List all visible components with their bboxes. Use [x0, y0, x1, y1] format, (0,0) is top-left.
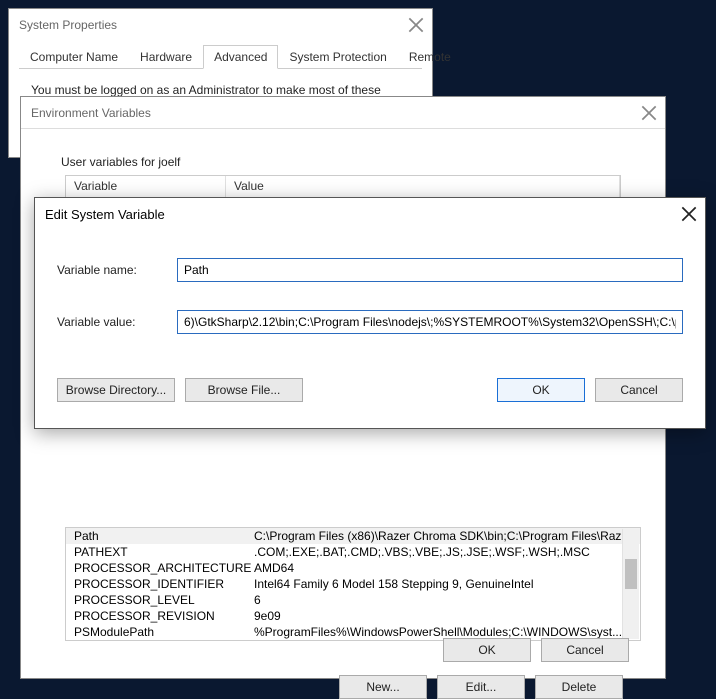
variable-value-label: Variable value: [57, 315, 177, 329]
new-button[interactable]: New... [339, 675, 427, 699]
table-row: PATHEXT.COM;.EXE;.BAT;.CMD;.VBS;.VBE;.JS… [66, 544, 640, 560]
envvars-titlebar: Environment Variables [21, 97, 665, 129]
close-icon[interactable] [408, 17, 424, 33]
variable-name-input[interactable] [177, 258, 683, 282]
col-variable[interactable]: Variable [66, 176, 226, 198]
tab-system-protection[interactable]: System Protection [278, 45, 397, 69]
system-vars-btnrow: New... Edit... Delete [339, 675, 623, 699]
col-value[interactable]: Value [226, 176, 620, 198]
editvar-titlebar: Edit System Variable [35, 198, 705, 230]
edit-button[interactable]: Edit... [437, 675, 525, 699]
user-vars-header: Variable Value [65, 175, 621, 199]
sysprops-title: System Properties [19, 18, 117, 32]
ok-button[interactable]: OK [497, 378, 585, 402]
cancel-button[interactable]: Cancel [541, 638, 629, 662]
browse-file-button[interactable]: Browse File... [185, 378, 303, 402]
ok-button[interactable]: OK [443, 638, 531, 662]
browse-directory-button[interactable]: Browse Directory... [57, 378, 175, 402]
table-row: PROCESSOR_ARCHITECTUREAMD64 [66, 560, 640, 576]
table-row: PROCESSOR_LEVEL6 [66, 592, 640, 608]
delete-button[interactable]: Delete [535, 675, 623, 699]
edit-system-variable-dialog: Edit System Variable Variable name: Vari… [34, 197, 706, 429]
variable-name-label: Variable name: [57, 263, 177, 277]
system-variables-list[interactable]: PathC:\Program Files (x86)\Razer Chroma … [65, 527, 641, 641]
sysprops-tabs: Computer Name Hardware Advanced System P… [9, 41, 432, 69]
tab-advanced[interactable]: Advanced [203, 45, 278, 69]
scrollbar[interactable] [622, 529, 639, 639]
editvar-title: Edit System Variable [45, 207, 165, 222]
close-icon[interactable] [681, 206, 697, 222]
tab-hardware[interactable]: Hardware [129, 45, 203, 69]
sysprops-titlebar: System Properties [9, 9, 432, 41]
table-row: PROCESSOR_REVISION9e09 [66, 608, 640, 624]
close-icon[interactable] [641, 105, 657, 121]
envvars-title: Environment Variables [31, 106, 151, 120]
tab-remote[interactable]: Remote [398, 45, 462, 69]
tab-computer-name[interactable]: Computer Name [19, 45, 129, 69]
variable-value-input[interactable] [177, 310, 683, 334]
envvars-footer: OK Cancel [443, 638, 629, 662]
table-row: PathC:\Program Files (x86)\Razer Chroma … [66, 528, 640, 544]
table-row: PROCESSOR_IDENTIFIERIntel64 Family 6 Mod… [66, 576, 640, 592]
cancel-button[interactable]: Cancel [595, 378, 683, 402]
user-variables-label: User variables for joelf [61, 155, 665, 169]
